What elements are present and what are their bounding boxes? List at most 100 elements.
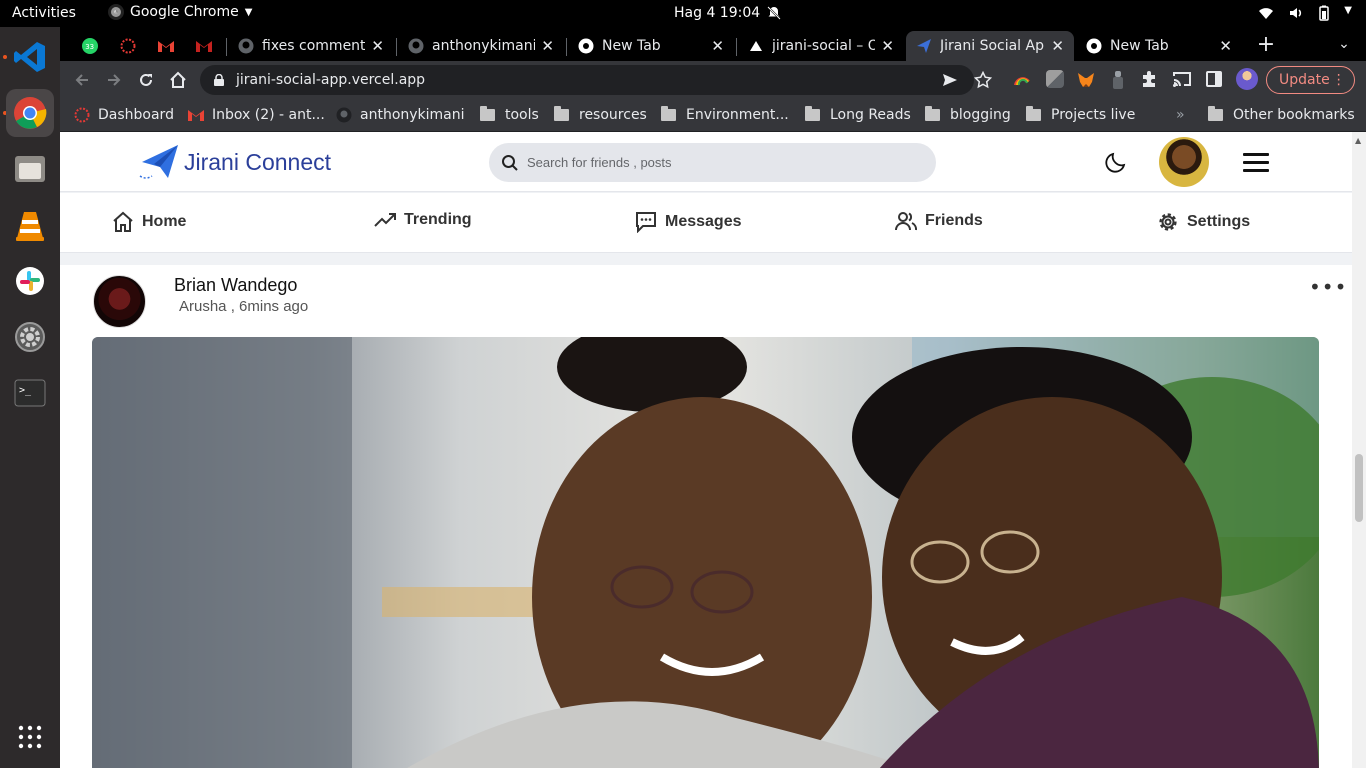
extension-flask-icon[interactable] <box>1112 70 1124 90</box>
terminal-launcher[interactable]: >_ <box>10 373 50 413</box>
kebab-menu-icon[interactable]: ⋮ <box>1332 72 1346 88</box>
puzzle-extensions-icon[interactable] <box>1140 70 1158 88</box>
chrome-icon <box>108 4 124 20</box>
tab-new-tab-2[interactable]: New Tab ✕ <box>1076 31 1242 61</box>
arrow-left-icon <box>75 74 88 86</box>
files-launcher[interactable] <box>10 149 50 189</box>
chrome-icon <box>14 97 47 129</box>
scroll-up-icon[interactable]: ▲ <box>1355 136 1361 145</box>
tab-anthonykimani[interactable]: anthonykimani ✕ <box>398 31 564 61</box>
side-panel-icon[interactable] <box>1206 71 1222 87</box>
forward-button[interactable] <box>102 68 126 92</box>
svg-text:33: 33 <box>85 43 94 51</box>
browser-window: 33 fixes comment t ✕ anthonykimani ✕ New… <box>60 27 1366 132</box>
tab-search-button[interactable]: ⌄ <box>1332 32 1356 56</box>
bookmark-folder[interactable]: blogging <box>925 105 1011 125</box>
tab-title: anthonykimani <box>432 38 536 54</box>
tab-jirani-social-vercel[interactable]: jirani-social – O ✕ <box>738 31 904 61</box>
bookmarks-overflow-button[interactable]: » <box>1176 105 1185 125</box>
activities-button[interactable]: Activities <box>12 5 76 21</box>
bookmark-folder[interactable]: Long Reads <box>805 105 911 125</box>
bookmark-star-icon[interactable] <box>974 71 992 89</box>
bookmark-item[interactable]: Inbox (2) - ant... <box>188 105 325 125</box>
bookmark-folder[interactable]: Environment... <box>661 105 789 125</box>
update-button[interactable]: Update ⋮ <box>1266 66 1355 94</box>
bookmark-item[interactable]: Dashboard <box>74 105 174 125</box>
page-scrollbar[interactable]: ▲ <box>1352 132 1366 768</box>
bookmark-item[interactable]: anthonykimani <box>336 105 465 125</box>
brand-logo[interactable]: Jirani Connect <box>138 142 331 182</box>
close-icon[interactable]: ✕ <box>881 37 894 55</box>
pinned-tab-gmail-1[interactable] <box>148 31 184 61</box>
tab-title: jirani-social – O <box>772 38 876 54</box>
system-top-bar: Activities Google Chrome ▼ Hag 4 19:04 ▼ <box>0 0 1366 27</box>
hamburger-menu-icon[interactable] <box>1243 153 1269 172</box>
post-author-name[interactable]: Brian Wandego <box>174 275 297 296</box>
bookmark-folder[interactable]: tools <box>480 105 539 125</box>
home-icon <box>170 71 186 88</box>
pinned-tab-opera[interactable] <box>110 31 146 61</box>
volume-icon <box>1290 8 1302 18</box>
app-menu[interactable]: Google Chrome ▼ <box>108 4 252 20</box>
dashboard-icon <box>74 107 90 123</box>
address-bar[interactable]: jirani-social-app.vercel.app <box>200 65 974 95</box>
tab-jirani-social-app[interactable]: Jirani Social Ap ✕ <box>906 31 1074 61</box>
more-options-icon[interactable]: ••• <box>1309 275 1347 299</box>
battery-icon <box>1319 5 1330 21</box>
chrome-launcher[interactable] <box>6 89 54 137</box>
extension-gray-icon[interactable] <box>1046 70 1064 88</box>
system-tray[interactable]: ▼ <box>1258 5 1352 21</box>
tab-new-tab-1[interactable]: New Tab ✕ <box>568 31 734 61</box>
clock-label: Hag 4 19:04 <box>674 5 761 21</box>
close-icon[interactable]: ✕ <box>1219 37 1232 55</box>
reload-button[interactable] <box>134 68 158 92</box>
profile-avatar[interactable] <box>1236 68 1258 90</box>
pinned-tab-whatsapp[interactable]: 33 <box>70 31 110 61</box>
moon-icon[interactable] <box>1104 150 1128 174</box>
github-icon <box>336 107 352 123</box>
close-icon[interactable]: ✕ <box>1051 37 1064 55</box>
bookmark-folder[interactable]: Projects live <box>1026 105 1135 125</box>
home-button[interactable] <box>166 68 190 92</box>
extension-rainbow-icon[interactable] <box>1013 71 1031 89</box>
nav-friends[interactable]: Friends <box>895 211 983 231</box>
slack-launcher[interactable] <box>10 261 50 301</box>
metamask-icon[interactable] <box>1076 70 1096 90</box>
settings-launcher[interactable] <box>10 317 50 357</box>
pinned-tab-gmail-2[interactable] <box>186 31 222 61</box>
vlc-launcher[interactable] <box>10 205 50 245</box>
bookmark-folder[interactable]: resources <box>554 105 647 125</box>
notifications-off-icon <box>767 6 781 20</box>
tab-title: fixes comment t <box>262 38 366 54</box>
app-header: Jirani Connect <box>60 132 1352 192</box>
cast-icon[interactable] <box>1172 70 1192 88</box>
search-input[interactable] <box>527 155 907 170</box>
back-button[interactable] <box>70 68 94 92</box>
nav-home[interactable]: Home <box>112 211 186 233</box>
new-tab-button[interactable]: + <box>1254 32 1278 57</box>
bookmark-label: blogging <box>950 107 1011 123</box>
post-author-avatar[interactable] <box>93 275 146 328</box>
scrollbar-thumb[interactable] <box>1355 454 1363 522</box>
show-applications-button[interactable] <box>10 717 50 757</box>
post-image[interactable] <box>92 337 1319 768</box>
bookmark-label: resources <box>579 107 647 123</box>
other-bookmarks-folder[interactable]: Other bookmarks <box>1208 105 1355 125</box>
nav-messages[interactable]: Messages <box>635 211 742 233</box>
url-text: jirani-social-app.vercel.app <box>236 72 426 88</box>
close-icon[interactable]: ✕ <box>711 37 724 55</box>
clock[interactable]: Hag 4 19:04 <box>674 5 782 21</box>
bookmark-label: anthonykimani <box>360 107 465 123</box>
nav-trending[interactable]: Trending <box>374 211 472 229</box>
user-avatar[interactable] <box>1159 137 1209 187</box>
folder-icon <box>554 106 569 121</box>
github-icon <box>408 38 424 54</box>
close-icon[interactable]: ✕ <box>541 37 554 55</box>
close-icon[interactable]: ✕ <box>371 37 384 55</box>
vscode-launcher[interactable] <box>10 37 50 77</box>
tab-separator <box>566 38 567 56</box>
search-bar[interactable] <box>489 143 936 182</box>
send-icon[interactable] <box>942 72 958 88</box>
tab-fixes-comment[interactable]: fixes comment t ✕ <box>228 31 394 61</box>
nav-settings[interactable]: Settings <box>1157 211 1250 233</box>
